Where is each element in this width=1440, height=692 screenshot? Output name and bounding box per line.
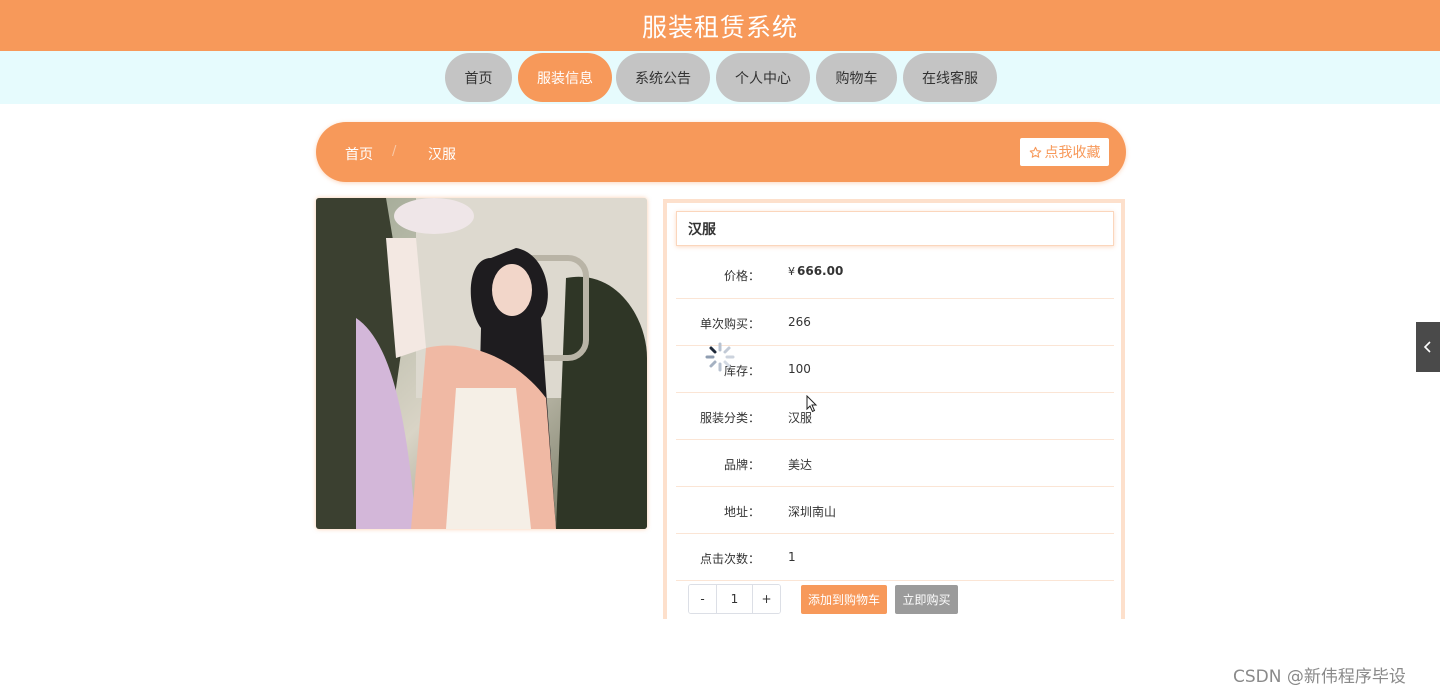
nav-item-customer-service[interactable]: 在线客服 <box>903 53 997 102</box>
nav-item-announcements[interactable]: 系统公告 <box>616 53 710 102</box>
watermark: CSDN @新伟程序毕设 <box>1233 667 1406 687</box>
favorite-button[interactable]: 点我收藏 <box>1020 138 1109 166</box>
detail-row-clicks: 点击次数： 1 <box>676 534 1114 581</box>
buy-now-button[interactable]: 立即购买 <box>895 585 958 614</box>
top-header: 服装租赁系统 <box>0 0 1440 51</box>
price-label: 价格： <box>723 269 760 283</box>
breadcrumb-home[interactable]: 首页 <box>345 144 373 164</box>
nav-item-personal-center[interactable]: 个人中心 <box>716 53 810 102</box>
field-value: 1 <box>788 550 796 564</box>
product-name: 汉服 <box>676 211 1114 246</box>
field-label: 地址： <box>723 505 760 519</box>
site-title: 服装租赁系统 <box>641 12 798 42</box>
field-value: 100 <box>788 362 811 376</box>
nav-item-cart[interactable]: 购物车 <box>816 53 897 102</box>
chevron-left-icon <box>1423 341 1431 353</box>
price-amount: 666.00 <box>797 264 844 278</box>
field-label: 品牌： <box>723 458 760 472</box>
field-value: 美达 <box>788 458 813 472</box>
add-to-cart-button[interactable]: 添加到购物车 <box>801 585 887 614</box>
breadcrumb: 首页 / 汉服 点我收藏 <box>316 122 1126 182</box>
loading-spinner-icon <box>704 341 736 377</box>
field-value: 深圳南山 <box>788 505 837 519</box>
quantity-input[interactable]: 1 <box>716 585 753 613</box>
quantity-increase-button[interactable]: + <box>753 585 780 613</box>
field-label: 点击次数： <box>699 552 760 566</box>
breadcrumb-separator: / <box>392 144 397 159</box>
nav-item-home[interactable]: 首页 <box>445 53 512 102</box>
breadcrumb-current: 汉服 <box>428 147 456 163</box>
side-panel-toggle[interactable] <box>1416 322 1440 372</box>
nav-item-clothing-info[interactable]: 服装信息 <box>518 53 612 102</box>
detail-row-single-purchase: 单次购买： 266 <box>676 299 1114 346</box>
product-detail-panel: 汉服 价格： ¥666.00 单次购买： 266 库存： 100 服装分类： 汉… <box>663 199 1125 619</box>
detail-row-stock: 库存： 100 <box>676 346 1114 393</box>
currency-symbol: ¥ <box>788 265 795 278</box>
field-label: 单次购买： <box>699 317 760 331</box>
favorite-label: 点我收藏 <box>1044 145 1101 161</box>
field-label: 服装分类： <box>699 411 760 425</box>
detail-row-brand: 品牌： 美达 <box>676 440 1114 487</box>
price-value: ¥666.00 <box>788 264 843 278</box>
quantity-decrease-button[interactable]: - <box>689 585 716 613</box>
product-image <box>316 198 647 529</box>
price-row: 价格： ¥666.00 <box>676 249 1114 299</box>
detail-row-address: 地址： 深圳南山 <box>676 487 1114 534</box>
mouse-cursor-icon <box>806 394 818 417</box>
detail-row-category: 服装分类： 汉服 <box>676 393 1114 440</box>
field-value: 266 <box>788 315 811 329</box>
star-icon <box>1029 146 1041 158</box>
quantity-stepper: - 1 + <box>688 584 781 614</box>
main-nav: 首页 服装信息 系统公告 个人中心 购物车 在线客服 <box>0 51 1440 104</box>
